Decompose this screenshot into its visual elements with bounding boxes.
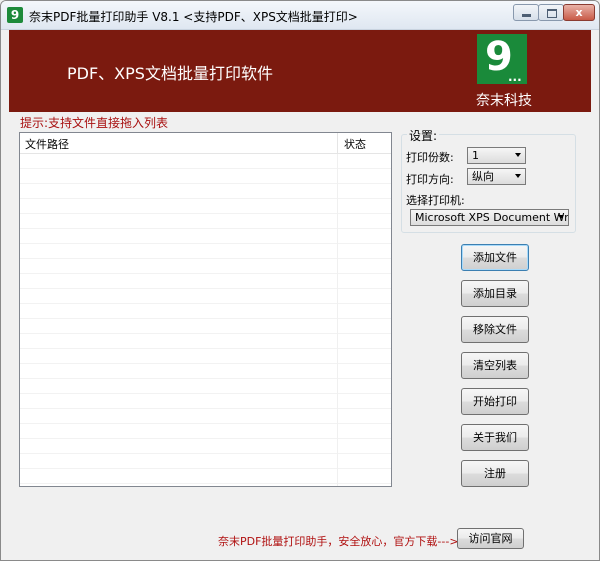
- company-logo: 9 ...: [477, 34, 527, 84]
- printer-label: 选择打印机:: [406, 194, 465, 207]
- column-header-status[interactable]: 状态: [344, 136, 366, 152]
- minimize-icon: [522, 14, 531, 17]
- start-print-button[interactable]: 开始打印: [461, 388, 529, 415]
- copies-label: 打印份数:: [406, 151, 454, 164]
- add-folder-button[interactable]: 添加目录: [461, 280, 529, 307]
- banner-title: PDF、XPS文档批量打印软件: [67, 64, 273, 83]
- app-window: 9 奈末PDF批量打印助手 V8.1 <支持PDF、XPS文档批量打印> x P…: [0, 0, 600, 561]
- window-title: 奈末PDF批量打印助手 V8.1 <支持PDF、XPS文档批量打印>: [29, 10, 358, 24]
- footer-promo-text: 奈末PDF批量打印助手，安全放心，官方下载--->>: [218, 535, 468, 548]
- settings-group-label: 设置:: [407, 127, 440, 144]
- file-list-header: 文件路径 状态: [20, 133, 391, 154]
- logo-dots: ...: [508, 70, 522, 84]
- add-file-button[interactable]: 添加文件: [461, 244, 529, 271]
- copies-value: 1: [472, 149, 479, 162]
- file-list[interactable]: 文件路径 状态: [19, 132, 392, 487]
- copies-select[interactable]: 1: [467, 147, 526, 164]
- drag-drop-hint: 提示:支持文件直接拖入列表: [20, 116, 169, 130]
- minimize-button[interactable]: [513, 4, 539, 21]
- close-button[interactable]: x: [563, 4, 595, 21]
- visit-website-button[interactable]: 访问官网: [457, 528, 524, 549]
- clear-list-button[interactable]: 清空列表: [461, 352, 529, 379]
- orientation-label: 打印方向:: [406, 173, 454, 186]
- orientation-value: 纵向: [472, 170, 494, 183]
- orientation-select[interactable]: 纵向: [467, 168, 526, 185]
- file-list-body[interactable]: [20, 154, 391, 486]
- maximize-icon: [547, 9, 557, 18]
- printer-select[interactable]: Microsoft XPS Document Writer: [410, 209, 569, 226]
- about-button[interactable]: 关于我们: [461, 424, 529, 451]
- chevron-down-icon: [515, 153, 521, 157]
- register-button[interactable]: 注册: [461, 460, 529, 487]
- remove-file-button[interactable]: 移除文件: [461, 316, 529, 343]
- close-icon: x: [575, 6, 583, 19]
- title-bar[interactable]: 9 奈末PDF批量打印助手 V8.1 <支持PDF、XPS文档批量打印> x: [1, 1, 599, 30]
- chevron-down-icon: [558, 215, 564, 219]
- column-divider[interactable]: [337, 133, 338, 153]
- maximize-button[interactable]: [538, 4, 564, 21]
- chevron-down-icon: [515, 174, 521, 178]
- company-name: 奈末科技: [476, 93, 532, 109]
- column-gridline: [337, 154, 338, 486]
- column-header-path[interactable]: 文件路径: [25, 136, 69, 152]
- app-icon: 9: [7, 7, 23, 23]
- printer-value: Microsoft XPS Document Writer: [415, 211, 569, 224]
- header-banner: PDF、XPS文档批量打印软件 9 ... 奈末科技: [9, 30, 591, 112]
